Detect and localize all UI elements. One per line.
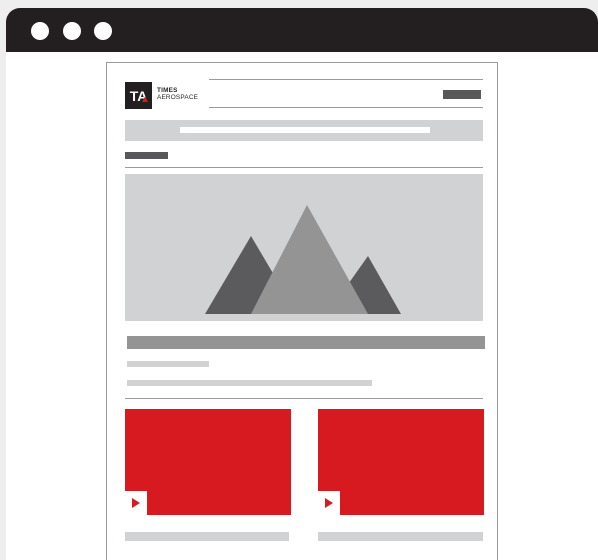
card-caption-placeholder [125,532,289,541]
play-icon [132,498,140,508]
play-icon [325,498,333,508]
logo-line-1: TIMES [157,87,178,94]
search-bar-placeholder[interactable] [125,120,483,141]
headline-placeholder[interactable] [127,336,485,349]
window-control-dot[interactable] [94,22,112,40]
text-line-placeholder [127,380,372,386]
webpage-wireframe: TA TIMES AEROSPACE [106,62,498,560]
window-title-bar [6,8,598,52]
header-top-rule [209,79,483,80]
card-caption-placeholder [318,532,483,541]
play-button[interactable] [318,491,340,515]
header-nav-placeholder[interactable] [443,90,481,99]
image-placeholder-icon [205,205,401,314]
window-control-dot[interactable] [31,22,49,40]
search-input-placeholder[interactable] [180,127,430,133]
section-divider [125,167,483,168]
brand-logo-mark[interactable]: TA [125,82,152,109]
text-line-placeholder [127,361,209,367]
section-label-placeholder [125,152,168,159]
video-card[interactable] [318,409,484,515]
browser-window: TA TIMES AEROSPACE [0,0,598,560]
video-card[interactable] [125,409,291,515]
hero-image-placeholder[interactable] [125,174,483,321]
content-divider [125,398,483,399]
play-button[interactable] [125,491,147,515]
brand-logo-text: TIMES AEROSPACE [157,87,198,101]
header-bottom-rule [209,107,483,108]
window-control-dot[interactable] [63,22,81,40]
logo-line-2: AEROSPACE [157,94,199,101]
